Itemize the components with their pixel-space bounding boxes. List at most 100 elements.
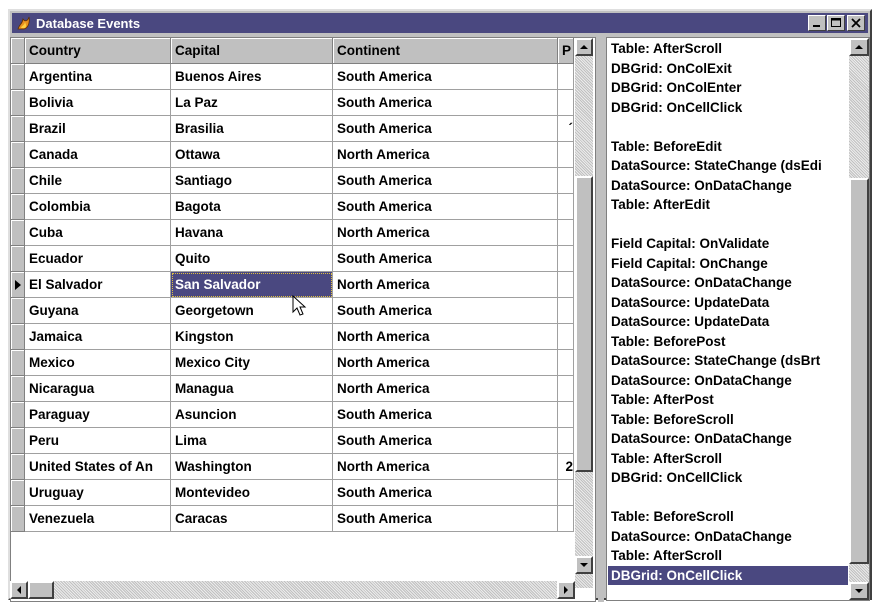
log-entry[interactable]: DataSource: OnDataChange <box>611 273 792 292</box>
scroll-thumb[interactable] <box>575 176 593 472</box>
cell-continent[interactable]: North America <box>333 220 558 246</box>
cell-capital[interactable]: Santiago <box>171 168 333 194</box>
cell-capital[interactable]: Havana <box>171 220 333 246</box>
cell-p[interactable] <box>558 90 574 116</box>
cell-continent[interactable]: South America <box>333 64 558 90</box>
log-entry[interactable]: DBGrid: OnColExit <box>611 59 732 78</box>
cell-capital[interactable]: Caracas <box>171 506 333 532</box>
table-row[interactable]: Nicaragua Managua North America <box>11 376 574 402</box>
log-entry[interactable]: DataSource: StateChange (dsBrt <box>611 351 820 370</box>
cell-capital[interactable]: Mexico City <box>171 350 333 376</box>
cell-continent[interactable]: South America <box>333 90 558 116</box>
cell-p[interactable] <box>558 298 574 324</box>
table-row[interactable]: Canada Ottawa North America <box>11 142 574 168</box>
cell-country[interactable]: Jamaica <box>25 324 171 350</box>
cell-country[interactable]: Argentina <box>25 64 171 90</box>
log-entry[interactable]: DataSource: UpdateData <box>611 312 769 331</box>
minimize-icon[interactable] <box>808 15 826 31</box>
cell-country[interactable]: Canada <box>25 142 171 168</box>
table-row[interactable]: Uruguay Montevideo South America <box>11 480 574 506</box>
log-entry[interactable]: Table: AfterScroll <box>611 39 722 58</box>
cell-capital[interactable]: Washington <box>171 454 333 480</box>
log-entry[interactable]: Table: BeforePost <box>611 332 726 351</box>
table-row[interactable]: Paraguay Asuncion South America <box>11 402 574 428</box>
cell-country[interactable]: Guyana <box>25 298 171 324</box>
cell-continent[interactable]: South America <box>333 402 558 428</box>
log-entry[interactable]: DBGrid: OnCellClick <box>611 98 742 117</box>
row-indicator[interactable] <box>11 402 25 428</box>
log-entry[interactable]: DataSource: OnDataChange <box>611 429 792 448</box>
log-entry[interactable]: Field Capital: OnChange <box>611 254 768 273</box>
log-entry[interactable]: DBGrid: OnCellClick <box>611 468 742 487</box>
row-indicator[interactable] <box>11 350 25 376</box>
cell-p[interactable] <box>558 220 574 246</box>
cell-capital[interactable]: Kingston <box>171 324 333 350</box>
cell-continent[interactable]: South America <box>333 506 558 532</box>
flame-icon[interactable] <box>15 14 33 32</box>
cell-country[interactable]: Chile <box>25 168 171 194</box>
cell-capital[interactable]: Managua <box>171 376 333 402</box>
table-row[interactable]: Peru Lima South America <box>11 428 574 454</box>
cell-capital[interactable]: Lima <box>171 428 333 454</box>
grid-horizontal-scrollbar[interactable] <box>10 581 575 599</box>
cell-continent[interactable]: South America <box>333 298 558 324</box>
column-header-continent[interactable]: Continent <box>333 38 558 64</box>
cell-continent[interactable]: North America <box>333 350 558 376</box>
cell-p[interactable] <box>558 272 574 298</box>
log-scroll-thumb[interactable] <box>849 178 869 564</box>
row-indicator[interactable] <box>11 480 25 506</box>
table-row[interactable]: Brazil Brasilia South America ´ <box>11 116 574 142</box>
cell-capital[interactable]: Ottawa <box>171 142 333 168</box>
cell-p[interactable] <box>558 376 574 402</box>
cell-p[interactable] <box>558 324 574 350</box>
log-scroll-up-icon[interactable] <box>849 38 869 56</box>
cell-country[interactable]: Paraguay <box>25 402 171 428</box>
cell-capital[interactable]: Georgetown <box>171 298 333 324</box>
cell-capital[interactable]: San Salvador <box>171 272 333 298</box>
table-row[interactable]: Mexico Mexico City North America <box>11 350 574 376</box>
log-entry[interactable]: DataSource: UpdateData <box>611 293 769 312</box>
cell-country[interactable]: Bolivia <box>25 90 171 116</box>
cell-p[interactable] <box>558 350 574 376</box>
table-row[interactable]: Bolivia La Paz South America <box>11 90 574 116</box>
cell-p[interactable] <box>558 142 574 168</box>
cell-country[interactable]: Colombia <box>25 194 171 220</box>
cell-p[interactable] <box>558 64 574 90</box>
log-vertical-scrollbar[interactable] <box>849 38 869 600</box>
cell-p[interactable] <box>558 194 574 220</box>
cell-capital[interactable]: Montevideo <box>171 480 333 506</box>
log-entry[interactable]: Table: BeforeScroll <box>611 410 734 429</box>
table-row[interactable]: Colombia Bagota South America <box>11 194 574 220</box>
row-indicator[interactable] <box>11 246 25 272</box>
log-scroll-down-icon[interactable] <box>849 582 869 600</box>
cell-country[interactable]: Mexico <box>25 350 171 376</box>
grid-vertical-scrollbar[interactable] <box>575 38 593 588</box>
cell-country[interactable]: Cuba <box>25 220 171 246</box>
scroll-right-icon[interactable] <box>557 581 575 599</box>
cell-country[interactable]: El Salvador <box>25 272 171 298</box>
row-indicator[interactable] <box>11 142 25 168</box>
title-bar[interactable]: Database Events <box>12 13 868 33</box>
cell-continent[interactable]: North America <box>333 376 558 402</box>
table-row[interactable]: United States of An Washington North Ameri… <box>11 454 574 480</box>
cell-p[interactable] <box>558 402 574 428</box>
cell-p[interactable]: ´ <box>558 116 574 142</box>
splitter[interactable] <box>598 37 604 602</box>
cell-country[interactable]: Brazil <box>25 116 171 142</box>
cell-capital[interactable]: Bagota <box>171 194 333 220</box>
cell-continent[interactable]: South America <box>333 428 558 454</box>
row-indicator[interactable] <box>11 90 25 116</box>
cell-continent[interactable]: South America <box>333 168 558 194</box>
row-indicator[interactable] <box>11 298 25 324</box>
row-indicator[interactable] <box>11 506 25 532</box>
log-entry[interactable]: Table: AfterScroll <box>611 546 722 565</box>
log-entry[interactable]: DBGrid: OnColEnter <box>611 78 742 97</box>
log-entry[interactable]: Table: AfterPost <box>611 390 714 409</box>
cell-continent[interactable]: South America <box>333 116 558 142</box>
cell-capital[interactable]: Asuncion <box>171 402 333 428</box>
row-indicator[interactable] <box>11 454 25 480</box>
log-entry[interactable]: DataSource: OnDataChange <box>611 527 792 546</box>
cell-p[interactable]: 2 <box>558 454 574 480</box>
cell-p[interactable] <box>558 168 574 194</box>
log-entry[interactable]: DataSource: StateChange (dsEdi <box>611 156 822 175</box>
